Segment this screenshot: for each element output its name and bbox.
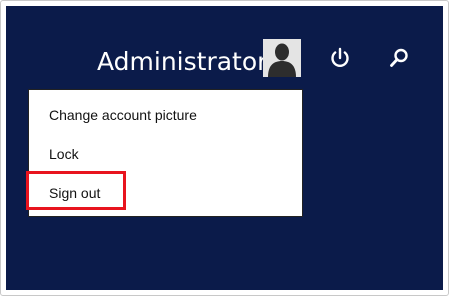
user-name[interactable]: Administrator <box>97 42 267 82</box>
search-icon[interactable] <box>387 46 411 70</box>
start-screen-background: Administrator Change account picture Loc… <box>6 6 443 290</box>
change-account-picture-item[interactable]: Change account picture <box>49 103 197 127</box>
power-icon[interactable] <box>328 46 352 70</box>
user-silhouette-icon <box>263 39 301 77</box>
lock-item[interactable]: Lock <box>49 142 79 166</box>
user-avatar-icon[interactable] <box>263 39 301 77</box>
account-menu: Change account picture Lock Sign out <box>28 89 303 217</box>
sign-out-item[interactable]: Sign out <box>49 181 100 205</box>
screenshot-frame: Administrator Change account picture Loc… <box>0 0 449 296</box>
